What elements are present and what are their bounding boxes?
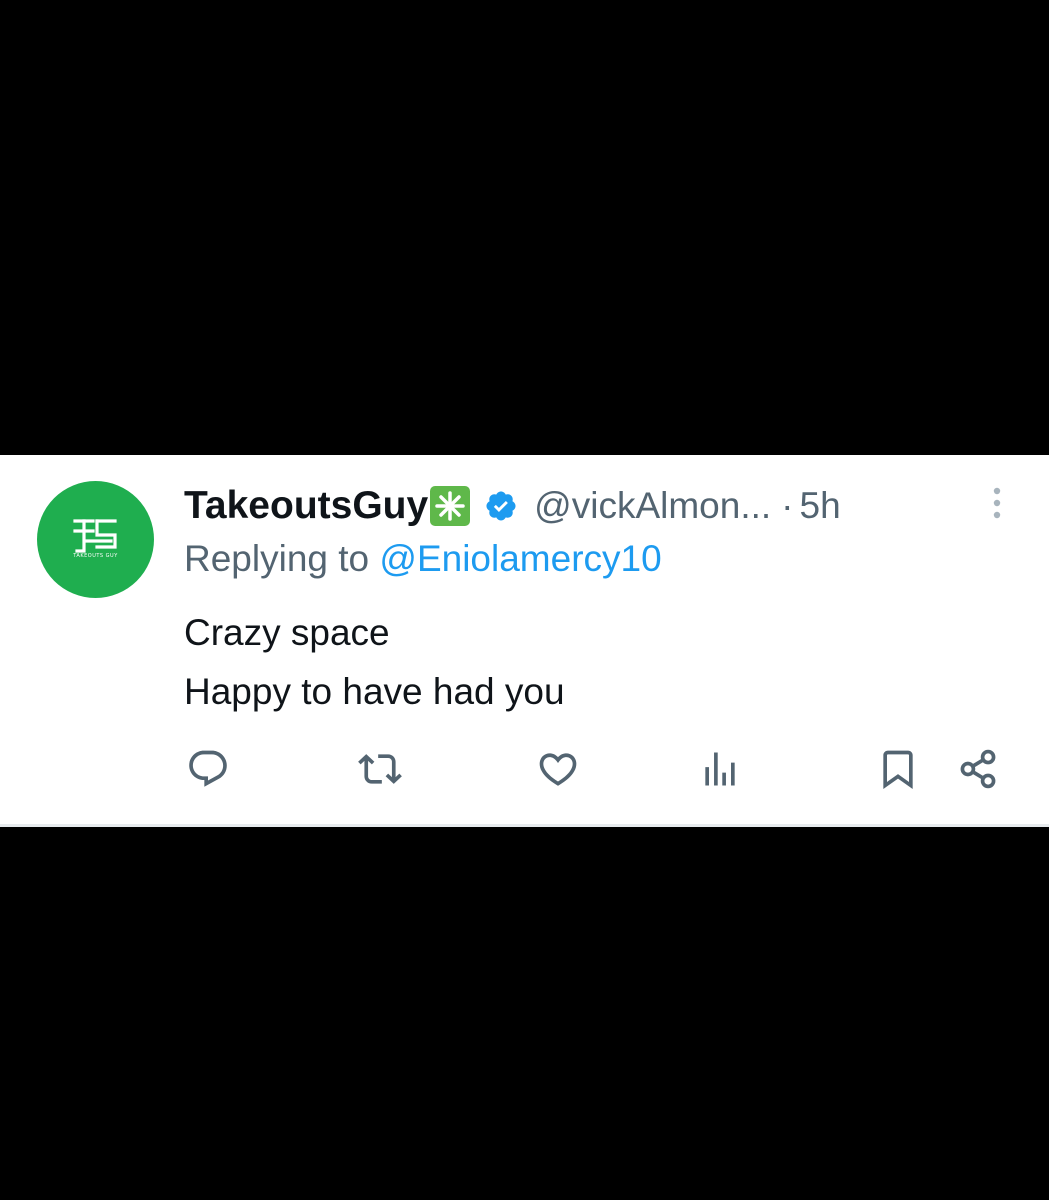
more-options-icon[interactable] <box>985 485 1009 525</box>
avatar-logo-text: TAKEOUTS GUY <box>73 553 118 559</box>
tweet-text-line: Crazy space <box>184 612 390 653</box>
verified-badge-icon <box>484 489 518 523</box>
bookmark-icon[interactable] <box>876 747 920 791</box>
tweet-card[interactable]: TAKEOUTS GUY TakeoutsGuy @vickAlmon... ·… <box>0 455 1049 827</box>
tweet-header: TakeoutsGuy @vickAlmon... · 5h <box>184 479 841 533</box>
divider <box>0 824 1049 827</box>
takeouts-guy-logo <box>73 519 117 553</box>
views-icon[interactable] <box>698 747 742 791</box>
tweet-text-line: Happy to have had you <box>184 671 565 712</box>
display-name[interactable]: TakeoutsGuy <box>184 484 428 528</box>
separator-dot: · <box>781 485 794 526</box>
retweet-icon[interactable] <box>358 747 402 791</box>
sparkle-emoji-icon <box>430 486 471 526</box>
replying-to: Replying to @Eniolamercy10 <box>184 538 662 580</box>
timestamp[interactable]: 5h <box>800 485 841 527</box>
tweet-text: Crazy space Happy to have had you <box>184 603 565 721</box>
like-icon[interactable] <box>536 747 580 791</box>
reply-icon[interactable] <box>186 747 230 791</box>
avatar[interactable]: TAKEOUTS GUY <box>37 481 154 598</box>
replying-to-label: Replying to <box>184 538 380 579</box>
replying-to-mention[interactable]: @Eniolamercy10 <box>379 538 661 579</box>
share-icon[interactable] <box>956 747 1000 791</box>
user-handle[interactable]: @vickAlmon... <box>534 485 771 527</box>
